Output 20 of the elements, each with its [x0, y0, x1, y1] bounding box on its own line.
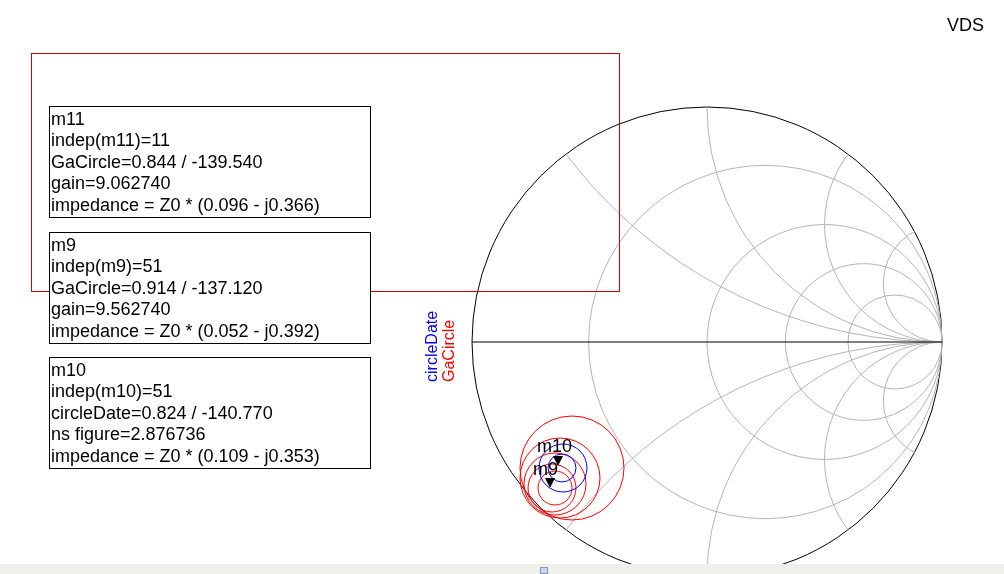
- readout-line: indep(m9)=51: [51, 256, 163, 278]
- readout-line: GaCircle=0.914 / -137.120: [51, 277, 263, 300]
- readout-line: circleDate=0.824 / -140.770: [51, 402, 273, 425]
- readout-line: impedance = Z0 * (0.109 - j0.353): [51, 445, 320, 468]
- readout-line: gain=9.562740: [51, 299, 171, 321]
- readout-line: indep(m11)=11: [51, 130, 170, 152]
- readout-line: m11: [51, 109, 85, 131]
- scroll-thumb[interactable]: [540, 567, 548, 574]
- readout-line: GaCircle=0.844 / -139.540: [51, 151, 263, 174]
- readout-line: ns figure=2.876736: [51, 424, 206, 446]
- legend-label: circleDate: [423, 310, 440, 382]
- marker-triangle-icon: [545, 478, 555, 488]
- chart-title: VDS: [947, 15, 984, 36]
- readout-line: gain=9.062740: [51, 173, 171, 195]
- readout-line: m9: [51, 235, 76, 257]
- readout-line: impedance = Z0 * (0.052 - j0.392): [51, 320, 320, 343]
- readout-line: impedance = Z0 * (0.096 - j0.366): [51, 194, 320, 217]
- readout-line: indep(m10)=51: [51, 381, 173, 403]
- legend-label: GaCircle: [440, 319, 457, 382]
- readout-line: m10: [51, 360, 86, 382]
